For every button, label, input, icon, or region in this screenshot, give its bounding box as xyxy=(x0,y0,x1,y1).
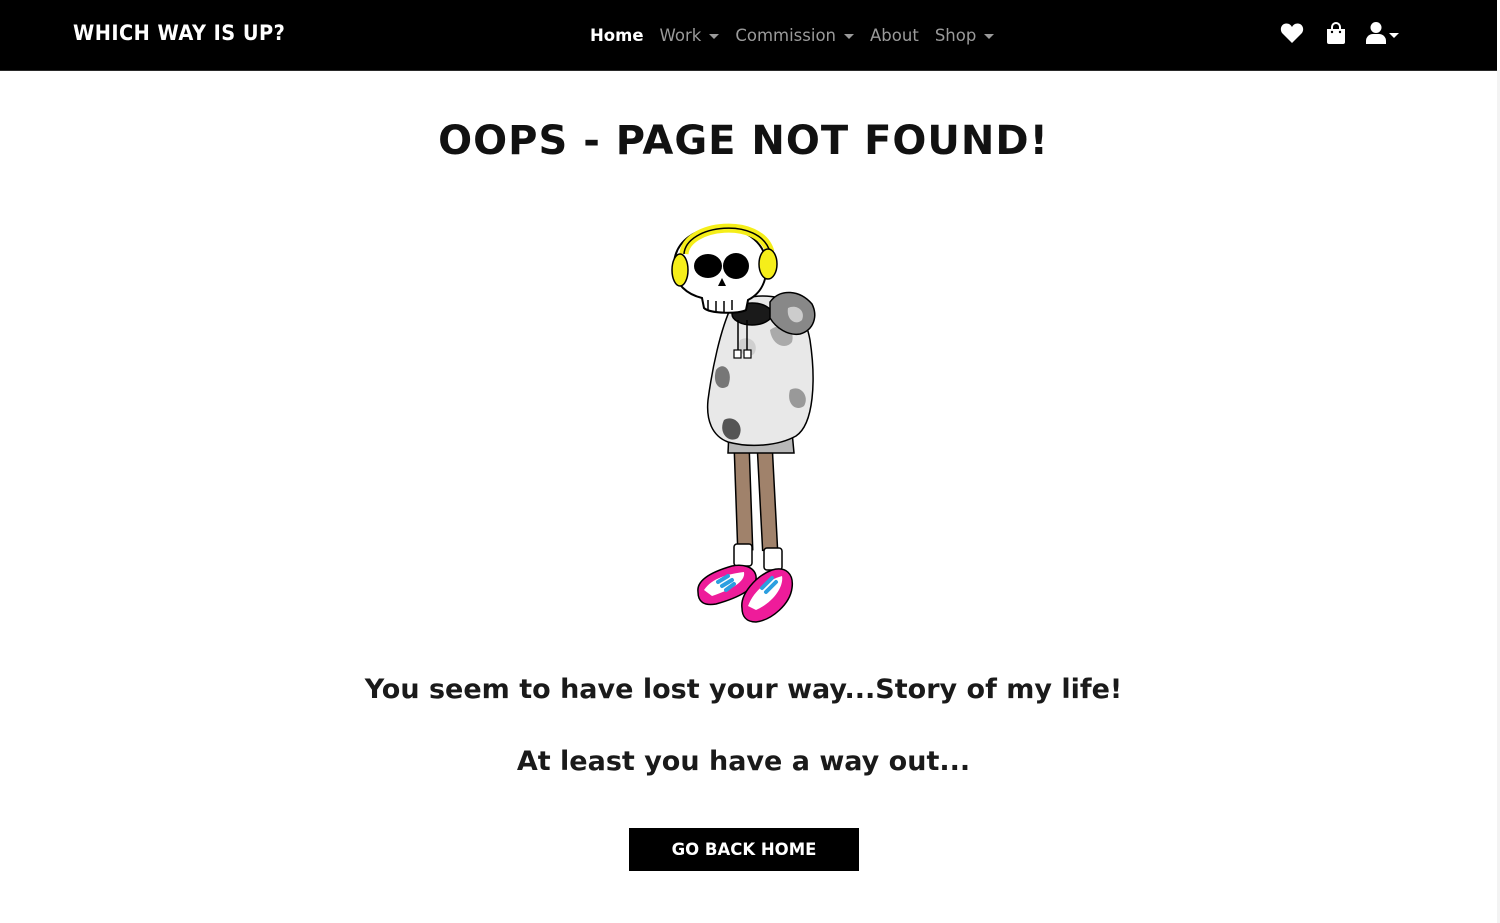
user-icon xyxy=(1366,21,1386,49)
shopping-bag-icon[interactable] xyxy=(1326,21,1346,49)
nav-commission-label: Commission xyxy=(735,25,837,45)
nav-shop[interactable]: Shop xyxy=(935,26,995,45)
chevron-down-icon xyxy=(709,33,720,39)
nav-commission[interactable]: Commission xyxy=(735,25,855,45)
nav-about-label: About xyxy=(870,25,919,45)
brand-logo[interactable]: WHICH WAY IS UP? xyxy=(73,21,285,45)
chevron-down-icon xyxy=(984,33,995,39)
nav-shop-label: Shop xyxy=(934,25,977,45)
nav-about[interactable]: About xyxy=(870,26,919,45)
nav-home[interactable]: Home xyxy=(590,26,644,45)
nav-home-label: Home xyxy=(590,25,644,45)
way-out-message: At least you have a way out... xyxy=(516,746,971,777)
nav-work-label: Work xyxy=(659,25,702,45)
skeleton-illustration xyxy=(620,210,890,635)
main-nav: Home Work Commission About Shop xyxy=(590,0,1010,70)
page-title: OOPS - PAGE NOT FOUND! xyxy=(438,118,1049,164)
go-back-home-button[interactable]: GO BACK HOME xyxy=(629,828,859,871)
user-menu[interactable] xyxy=(1366,21,1399,49)
top-navbar: WHICH WAY IS UP? Home Work Commission Ab… xyxy=(0,0,1497,71)
nav-icons xyxy=(1280,20,1399,50)
heart-icon[interactable] xyxy=(1280,22,1304,48)
chevron-down-icon xyxy=(844,33,855,39)
chevron-down-icon xyxy=(1389,32,1399,38)
lost-message: You seem to have lost your way...Story o… xyxy=(364,674,1123,705)
nav-work[interactable]: Work xyxy=(660,26,720,45)
